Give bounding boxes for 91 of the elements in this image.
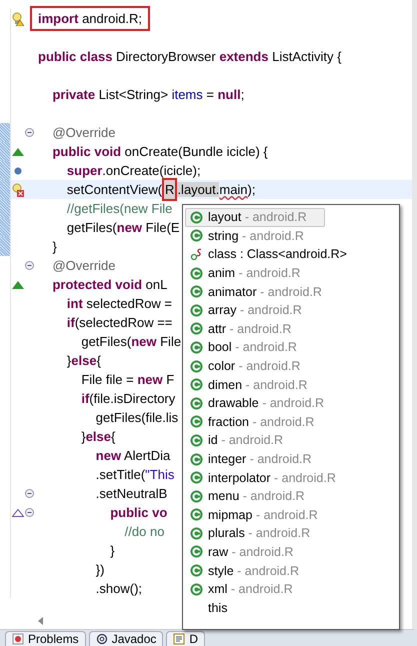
class-icon: [190, 582, 203, 596]
fold-icon[interactable]: [25, 489, 34, 498]
completion-item[interactable]: drawable - android.R: [185, 394, 326, 413]
warning-bulb-icon: [12, 12, 24, 26]
code-line: }: [109, 542, 116, 559]
completion-item[interactable]: dimen - android.R: [185, 375, 325, 394]
completion-item[interactable]: bool - android.R: [185, 338, 325, 357]
view-tab[interactable]: D: [166, 631, 206, 646]
implement-triangle-icon: [12, 508, 24, 516]
code-line: .show();: [94, 580, 144, 597]
class-icon: [190, 434, 203, 447]
class-icon: [190, 340, 203, 354]
completion-item[interactable]: raw - android.R: [185, 542, 325, 562]
declaration-icon: [173, 633, 186, 645]
completion-item[interactable]: integer - android.R: [185, 450, 325, 468]
view-tab[interactable]: Problems: [5, 631, 86, 646]
code-line: //getFiles(new File: [66, 200, 174, 217]
code-line: .setNeutralB: [94, 485, 168, 502]
class-icon: [190, 452, 203, 466]
completion-item[interactable]: menu - android.R: [185, 486, 325, 506]
dot-icon: [14, 166, 22, 174]
class-icon: [190, 285, 203, 298]
class-icon: [190, 564, 203, 578]
class-icon: [190, 526, 203, 540]
override-triangle-icon: [12, 148, 24, 156]
completion-item[interactable]: mipmap - android.R: [185, 506, 325, 524]
code-line: }): [94, 561, 106, 578]
completion-item[interactable]: color - android.R: [185, 356, 325, 376]
class-icon: [190, 229, 203, 242]
completion-item[interactable]: layout - android.R: [185, 208, 325, 227]
class-icon: [190, 490, 203, 503]
completion-item[interactable]: array - android.R: [185, 300, 325, 320]
code-line: if(selectedRow ==: [66, 314, 174, 331]
fold-icon[interactable]: [25, 508, 34, 517]
code-line: private List<String> items = null;: [51, 86, 246, 103]
change-ruler: [0, 161, 11, 180]
code-line: new AlertDia: [94, 447, 172, 464]
code-line: File file = new F: [80, 371, 176, 388]
code-line: }else{: [80, 428, 116, 445]
change-ruler: [0, 218, 11, 237]
class-icon: [190, 322, 203, 336]
completion-item[interactable]: class : Class<android.R>: [185, 245, 348, 264]
completion-item[interactable]: attr - android.R: [185, 320, 325, 338]
class-icon: [190, 304, 203, 317]
class-icon: [190, 508, 203, 522]
code-line: .setTitle("This: [94, 466, 176, 483]
error-bulb-icon: [12, 182, 24, 196]
completion-item[interactable]: style - android.R: [185, 561, 325, 580]
code-line: protected void onL: [51, 276, 168, 293]
completion-item[interactable]: fraction - android.R: [185, 412, 325, 432]
class-icon: [190, 360, 203, 373]
code-line: public class DirectoryBrowser extends ListActivity {: [37, 48, 342, 65]
override-triangle-icon: [12, 280, 24, 288]
code-line: getFiles(new File: [80, 333, 182, 350]
change-ruler: [0, 199, 11, 218]
code-line: public void onCreate(Bundle icicle) {: [51, 143, 269, 160]
class-icon: [190, 471, 203, 484]
class-icon: [190, 545, 203, 558]
code-line: @Override: [51, 124, 116, 141]
code-line: super.onCreate(icicle);: [66, 162, 202, 179]
static-field-icon: [190, 248, 203, 261]
code-line: }: [51, 238, 58, 255]
code-line: public vo: [109, 504, 168, 521]
code-line: setContentView( R .layout.main);: [35, 181, 258, 198]
change-ruler: [0, 142, 11, 161]
completion-item[interactable]: id - android.R: [185, 431, 325, 450]
change-ruler: [0, 180, 11, 199]
class-icon: [190, 396, 203, 410]
completion-item[interactable]: string - android.R: [185, 226, 325, 246]
completion-item[interactable]: anim - android.R: [185, 264, 325, 282]
class-icon: [190, 415, 203, 428]
fold-icon[interactable]: [25, 261, 34, 270]
completion-item[interactable]: xml - android.R: [185, 580, 325, 598]
code-line: int selectedRow =: [66, 295, 174, 312]
code-line: if(file.isDirectory: [80, 390, 176, 407]
problems-icon: [12, 633, 24, 645]
completion-item[interactable]: plurals - android.R: [185, 524, 325, 543]
class-icon: [190, 378, 203, 392]
code-line: }else{: [66, 352, 102, 369]
view-tab[interactable]: Javadoc: [88, 631, 164, 646]
completion-item[interactable]: this: [185, 598, 325, 618]
code-line: @Override: [51, 257, 116, 274]
fold-icon[interactable]: [25, 128, 34, 137]
completion-item[interactable]: animator - android.R: [185, 282, 325, 301]
code-line: //do no: [124, 523, 166, 540]
class-icon: [190, 210, 203, 224]
code-line: getFiles(new File(E: [66, 219, 181, 236]
class-icon: [190, 266, 203, 280]
completion-item[interactable]: interpolator - android.R: [185, 468, 337, 487]
scroll-left-icon[interactable]: [38, 617, 44, 625]
code-line: getFiles(file.lis: [94, 409, 180, 426]
